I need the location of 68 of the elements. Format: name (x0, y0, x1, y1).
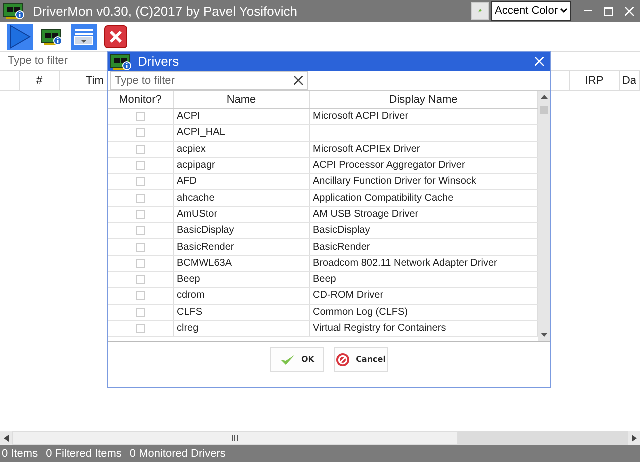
toolbar-button[interactable] (103, 24, 129, 50)
monitor-checkbox[interactable] (136, 308, 145, 317)
filter-field[interactable]: Type to filter (6, 54, 110, 68)
cancel-icon (336, 352, 350, 366)
table-cell: ahcache (174, 190, 310, 206)
status-text: 0 Filtered Items (45, 448, 123, 460)
maximize-icon[interactable] (604, 6, 613, 16)
table-cell: clreg (174, 320, 310, 336)
checkmark-icon (280, 354, 296, 366)
monitor-checkbox[interactable] (136, 161, 145, 170)
scroll-down-icon[interactable] (540, 333, 548, 337)
monitor-checkbox[interactable] (136, 242, 145, 252)
monitor-checkbox[interactable] (136, 226, 145, 236)
monitor-checkbox[interactable] (136, 324, 145, 333)
status-text: 0 Items (1, 448, 40, 460)
monitor-checkbox[interactable] (136, 128, 145, 138)
column-header[interactable]: Monitor? (108, 91, 174, 108)
scroll-right-icon[interactable] (632, 434, 636, 442)
scroll-left-icon[interactable] (4, 434, 8, 442)
dialog-title: Drivers (138, 54, 180, 69)
column-header[interactable]: Name (174, 91, 310, 108)
cancel-button[interactable]: Cancel (334, 347, 388, 372)
table-cell: BasicDisplay (174, 223, 310, 238)
table-cell: BasicRender (174, 239, 310, 255)
scroll-up-icon[interactable] (540, 95, 548, 99)
clear-icon[interactable] (294, 76, 303, 85)
scroll-thumb[interactable] (540, 106, 548, 114)
table-cell: acpipagr (174, 158, 310, 174)
column-header[interactable]: IRP (570, 71, 620, 90)
theme-dropdown[interactable]: Accent Color (491, 1, 571, 21)
monitor-checkbox[interactable] (136, 258, 145, 268)
filter-field[interactable]: Type to filter (110, 71, 308, 90)
minimize-icon[interactable] (584, 10, 592, 12)
table-cell: AFD (174, 174, 310, 190)
table-cell: ACPI_HAL (174, 125, 310, 141)
caret-icon (560, 8, 568, 14)
horizontal-scrollbar[interactable] (0, 431, 640, 445)
grip-icon[interactable] (232, 435, 238, 441)
table-cell: AmUStor (174, 206, 310, 222)
monitor-checkbox[interactable] (136, 177, 145, 186)
close-icon[interactable] (535, 57, 544, 66)
column-header[interactable]: Da (620, 71, 640, 90)
table-cell: BCMWL63A (174, 256, 310, 271)
monitor-checkbox[interactable] (136, 112, 145, 122)
dialog-icon (110, 52, 132, 70)
vertical-scrollbar[interactable] (538, 91, 550, 341)
column-header[interactable]: Tim (60, 71, 107, 90)
monitor-checkbox[interactable] (136, 210, 145, 219)
app-icon (3, 2, 25, 20)
table-cell: cdrom (174, 288, 310, 304)
monitor-checkbox[interactable] (136, 194, 145, 203)
table-cell: acpiex (174, 142, 310, 157)
monitor-checkbox[interactable] (136, 291, 145, 300)
card-info-icon (41, 28, 63, 46)
window-title: DriverMon v0.30, (C)2017 by Pavel Yosifovich (33, 4, 298, 18)
column-header[interactable]: # (20, 71, 60, 90)
ok-button[interactable]: OK (270, 347, 324, 372)
monitor-checkbox[interactable] (136, 275, 145, 284)
status-text: 0 Monitored Drivers (128, 448, 227, 460)
table-cell: ACPI (174, 109, 310, 124)
close-icon[interactable] (625, 6, 634, 16)
table-cell: Beep (174, 272, 310, 288)
monitor-checkbox[interactable] (136, 144, 145, 154)
table-cell: CLFS (174, 304, 310, 320)
stop-icon (104, 24, 128, 48)
play-icon (9, 24, 31, 48)
list-icon (73, 26, 95, 46)
pin-button[interactable] (471, 2, 490, 20)
